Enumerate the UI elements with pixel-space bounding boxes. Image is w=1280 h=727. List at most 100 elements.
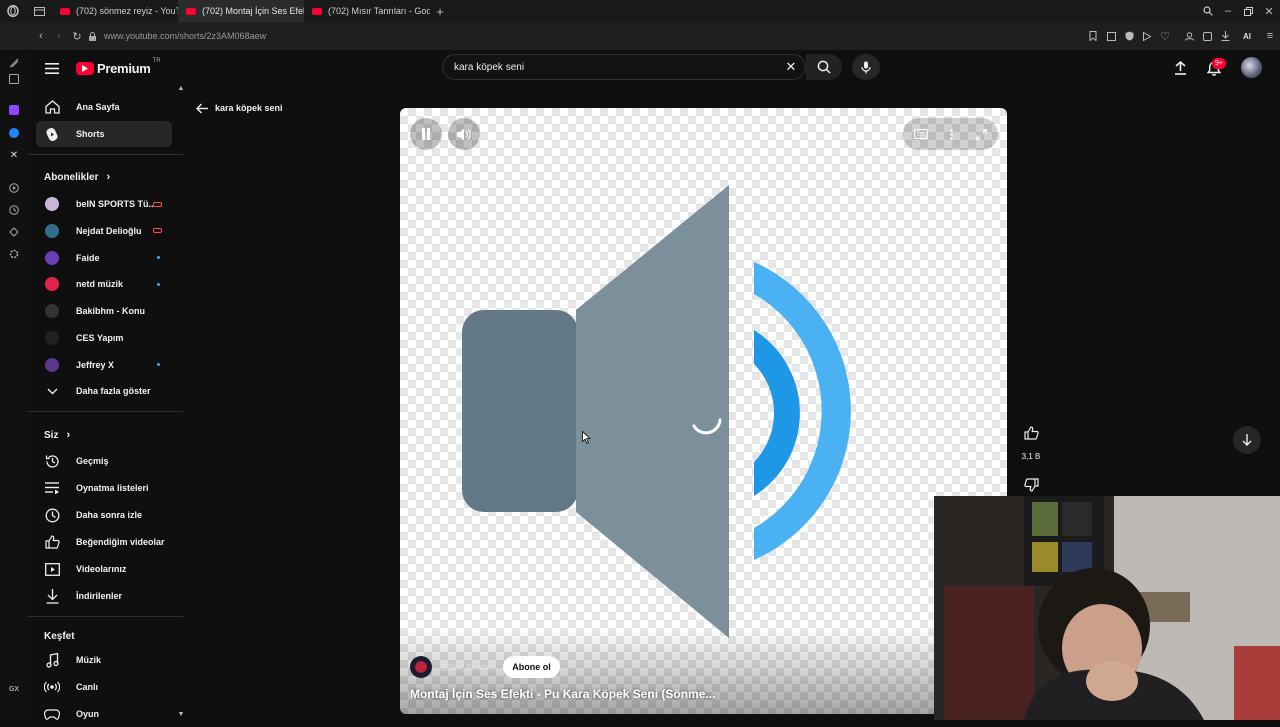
gx-corner-icon[interactable] bbox=[7, 56, 21, 70]
forward-nav-icon[interactable]: › bbox=[50, 30, 68, 42]
pinboard-icon[interactable] bbox=[7, 225, 21, 239]
sidebar-item-liked-videos[interactable]: Beğendiğim videolar bbox=[36, 529, 172, 555]
voice-search-button[interactable] bbox=[852, 54, 880, 80]
shorts-video-player[interactable]: CC @Ses_Efektleri Abone ol Montaj İçin S… bbox=[400, 108, 1007, 714]
sidebar-item-label: beIN SPORTS Tü... bbox=[76, 199, 153, 209]
youtube-favicon-icon bbox=[186, 7, 196, 15]
reload-icon[interactable]: ↻ bbox=[68, 30, 86, 43]
sidebar-item-subscription[interactable]: CES Yapım bbox=[36, 325, 172, 351]
sidebar-item-subscription[interactable]: Bakibhm - Konu bbox=[36, 298, 172, 324]
heart-icon[interactable]: ♡ bbox=[1156, 30, 1174, 43]
channel-row: @Ses_Efektleri Abone ol bbox=[410, 656, 560, 678]
speaker-illustration bbox=[462, 185, 851, 638]
pause-button[interactable] bbox=[410, 118, 442, 150]
search-tabs-icon[interactable] bbox=[1198, 6, 1218, 16]
sidebar-item-gaming[interactable]: Oyun bbox=[36, 701, 172, 727]
dislike-button[interactable] bbox=[1015, 472, 1047, 498]
new-content-dot-icon bbox=[157, 256, 160, 260]
more-options-icon[interactable] bbox=[950, 128, 954, 140]
youtube-premium-logo[interactable]: Premium TR bbox=[76, 58, 161, 78]
account-avatar[interactable] bbox=[1241, 57, 1262, 78]
clear-search-icon[interactable]: ✕ bbox=[777, 59, 805, 75]
sidebar-item-label: Beğendiğim videolar bbox=[76, 537, 165, 547]
browser-tab-active[interactable]: (702) Montaj İçin Ses Efekt bbox=[178, 0, 304, 22]
video-title[interactable]: Montaj İçin Ses Efekti - Pu Kara Köpek S… bbox=[410, 687, 970, 701]
subscribe-button[interactable]: Abone ol bbox=[503, 656, 560, 678]
sidebar-item-subscription[interactable]: Jeffrey X bbox=[36, 352, 172, 378]
sidebar-item-home[interactable]: Ana Sayfa bbox=[36, 94, 172, 120]
sidebar-item-label: Müzik bbox=[76, 655, 102, 665]
bookmark-pin-icon[interactable] bbox=[1084, 31, 1102, 41]
sidebar-item-watch-later[interactable]: Daha sonra izle bbox=[36, 502, 172, 528]
show-more-button[interactable]: Daha fazla göster bbox=[36, 378, 172, 404]
menu-icon[interactable]: ≡ bbox=[1260, 30, 1280, 42]
youtube-favicon-icon bbox=[60, 7, 70, 15]
minimize-icon[interactable]: – bbox=[1218, 5, 1238, 17]
channel-avatar-circle bbox=[45, 277, 59, 292]
sidebar-item-playlists[interactable]: Oynatma listeleri bbox=[36, 475, 172, 501]
watch-later-icon bbox=[44, 507, 60, 523]
ai-label: AI bbox=[1243, 31, 1251, 41]
browser-tab[interactable]: (702) Mısır Tanrıları - God bbox=[304, 0, 430, 22]
channel-avatar[interactable] bbox=[410, 656, 432, 678]
fullscreen-icon[interactable] bbox=[975, 128, 987, 140]
hamburger-menu-icon[interactable] bbox=[42, 59, 62, 77]
gx-label[interactable]: GX bbox=[7, 682, 21, 696]
search-query: kara köpek seni bbox=[454, 61, 525, 73]
sidebar-item-label: İndirilenler bbox=[76, 591, 123, 601]
back-to-search-link[interactable]: kara köpek seni bbox=[196, 100, 283, 116]
sidebar-item-shorts[interactable]: Shorts bbox=[36, 121, 172, 147]
history-sidebar-icon[interactable] bbox=[7, 203, 21, 217]
shield-icon[interactable] bbox=[1120, 31, 1138, 41]
close-window-icon[interactable]: ✕ bbox=[1258, 5, 1280, 18]
explore-title: Keşfet bbox=[44, 631, 75, 642]
upload-icon[interactable] bbox=[1170, 58, 1190, 78]
restore-icon[interactable] bbox=[1238, 6, 1258, 16]
extensions-icon[interactable] bbox=[1198, 31, 1216, 41]
url-field[interactable]: www.youtube.com/shorts/2z3AM068aew bbox=[104, 31, 266, 41]
subscriptions-heading[interactable]: Abonelikler › bbox=[44, 171, 110, 183]
player-icon[interactable] bbox=[1138, 31, 1156, 41]
messenger-box-icon[interactable] bbox=[7, 72, 21, 86]
tab-label: (702) Mısır Tanrıları - God bbox=[328, 6, 430, 16]
lock-icon bbox=[86, 31, 98, 41]
download-icon[interactable] bbox=[1216, 31, 1234, 41]
back-nav-icon[interactable]: ‹ bbox=[32, 30, 50, 42]
opera-logo-icon[interactable] bbox=[0, 0, 26, 22]
sound-wave-outer bbox=[754, 262, 851, 560]
channel-handle[interactable]: @Ses_Efektleri bbox=[440, 663, 495, 672]
settings-icon[interactable] bbox=[7, 247, 21, 261]
captions-icon[interactable]: CC bbox=[914, 129, 929, 139]
you-heading[interactable]: Siz › bbox=[44, 429, 70, 441]
profile-icon[interactable] bbox=[1180, 31, 1198, 41]
sidebar-item-music[interactable]: Müzik bbox=[36, 647, 172, 673]
sidebar-item-subscription[interactable]: netd müzik bbox=[36, 271, 172, 297]
tab-manager-icon[interactable] bbox=[26, 0, 52, 22]
like-button[interactable] bbox=[1015, 420, 1047, 446]
x-twitter-icon[interactable]: ✕ bbox=[7, 148, 21, 162]
snapshot-icon[interactable] bbox=[1102, 31, 1120, 41]
sidebar-item-your-videos[interactable]: Videolarınız bbox=[36, 556, 172, 582]
search-input[interactable]: kara köpek seni ✕ bbox=[442, 54, 806, 80]
arrow-down-icon bbox=[1242, 434, 1252, 446]
sidebar-item-subscription[interactable]: Nejdat Delioğlu bbox=[36, 218, 172, 244]
browser-tab[interactable]: (702) sönmez reyiz - YouT bbox=[52, 0, 178, 22]
sidebar-item-downloads[interactable]: İndirilenler bbox=[36, 583, 172, 609]
volume-button[interactable] bbox=[448, 118, 480, 150]
sidebar-item-live[interactable]: Canlı bbox=[36, 674, 172, 700]
twitch-icon[interactable] bbox=[7, 103, 21, 117]
sidebar-item-history[interactable]: Geçmiş bbox=[36, 448, 172, 474]
channel-avatar bbox=[44, 357, 60, 373]
new-tab-icon[interactable]: + bbox=[430, 0, 450, 22]
aria-ai-icon[interactable]: AI bbox=[1234, 32, 1260, 41]
tab-label: (702) sönmez reyiz - YouT bbox=[76, 6, 178, 16]
next-video-button[interactable] bbox=[1233, 426, 1261, 454]
sidebar-scroll-up-icon[interactable]: ▲ bbox=[177, 84, 185, 92]
search-button[interactable] bbox=[806, 54, 842, 80]
sidebar-item-label: Oynatma listeleri bbox=[76, 483, 149, 493]
messenger-icon[interactable] bbox=[7, 126, 21, 140]
sidebar-scroll-down-icon[interactable]: ▼ bbox=[177, 710, 185, 718]
sidebar-item-subscription[interactable]: beIN SPORTS Tü... bbox=[36, 191, 172, 217]
player-sidebar-icon[interactable] bbox=[7, 181, 21, 195]
sidebar-item-subscription[interactable]: Faide bbox=[36, 245, 172, 271]
